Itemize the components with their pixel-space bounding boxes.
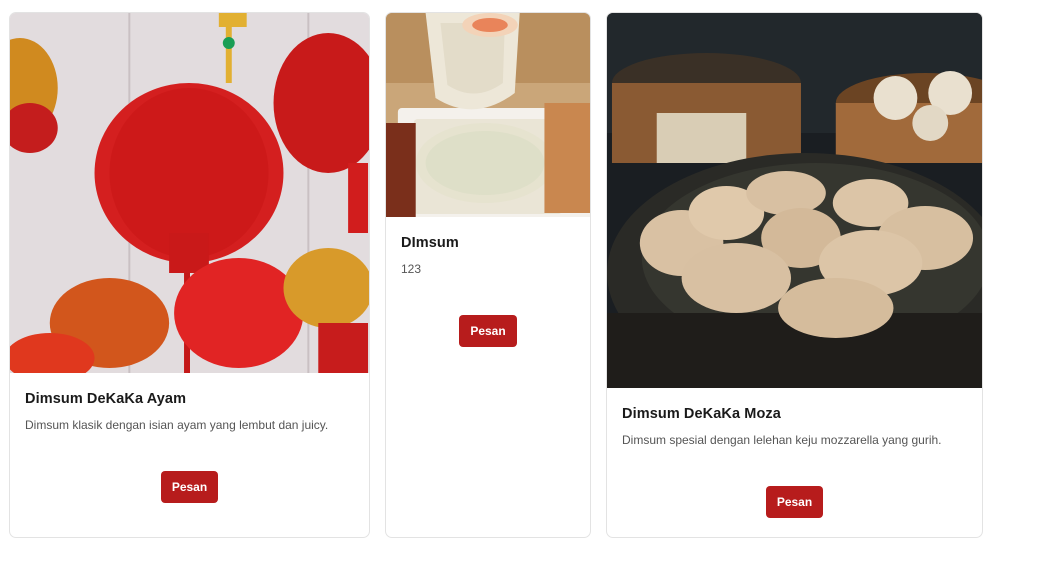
product-description: Dimsum klasik dengan isian ayam yang lem… bbox=[25, 418, 329, 432]
product-description: 123 bbox=[401, 262, 422, 276]
product-image-dimsum-sauce bbox=[386, 13, 590, 217]
product-card-body: Dimsum DeKaKa Ayam Dimsum klasik dengan … bbox=[10, 373, 369, 537]
product-title: Dimsum DeKaKa Moza bbox=[622, 406, 781, 422]
product-card-body: Dimsum DeKaKa Moza Dimsum spesial dengan… bbox=[607, 388, 982, 537]
product-card-grid: Dimsum DeKaKa Ayam Dimsum klasik dengan … bbox=[0, 0, 1037, 572]
order-button-wrap: Pesan bbox=[622, 448, 967, 537]
order-button-wrap: Pesan bbox=[401, 277, 575, 537]
product-title: DImsum bbox=[401, 235, 459, 251]
order-button[interactable]: Pesan bbox=[160, 471, 219, 503]
order-button[interactable]: Pesan bbox=[765, 486, 824, 518]
product-card: Dimsum DeKaKa Moza Dimsum spesial dengan… bbox=[606, 12, 983, 538]
product-image-dumplings-steamer bbox=[607, 13, 982, 388]
product-description: Dimsum spesial dengan lelehan keju mozza… bbox=[622, 433, 942, 447]
product-card-body: DImsum 123 Pesan bbox=[386, 217, 590, 537]
product-image-lanterns bbox=[10, 13, 369, 373]
order-button-wrap: Pesan bbox=[25, 433, 354, 537]
product-title: Dimsum DeKaKa Ayam bbox=[25, 391, 187, 407]
product-card: DImsum 123 Pesan bbox=[385, 12, 591, 538]
order-button[interactable]: Pesan bbox=[459, 315, 517, 347]
product-card: Dimsum DeKaKa Ayam Dimsum klasik dengan … bbox=[9, 12, 370, 538]
